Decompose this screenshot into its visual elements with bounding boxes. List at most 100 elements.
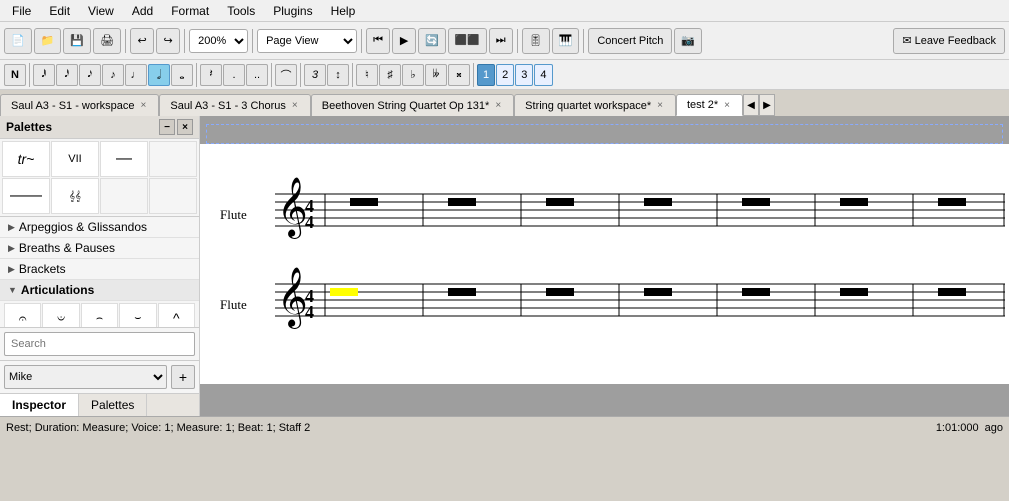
tab-label: Saul A3 - S1 - 3 Chorus: [170, 100, 286, 112]
acc-flat[interactable]: ♭: [402, 64, 424, 86]
palettes-tab[interactable]: Palettes: [79, 394, 147, 416]
rest-m7-s1: [938, 198, 966, 206]
add-palette-button[interactable]: +: [171, 365, 195, 389]
piano-button[interactable]: 🎹: [552, 28, 580, 54]
inspector-tab[interactable]: Inspector: [0, 394, 79, 416]
palette-close-btn[interactable]: ×: [177, 119, 193, 135]
artic-square-fermata[interactable]: ⌢: [81, 303, 118, 327]
tree-arpeggios[interactable]: ▶ Arpeggios & Glissandos: [0, 217, 199, 238]
rest-m1-s2-selected: [330, 288, 358, 296]
play-button[interactable]: ▶: [392, 28, 416, 54]
menu-view[interactable]: View: [80, 2, 122, 20]
acc-double-flat[interactable]: 𝄫: [425, 64, 447, 86]
search-input[interactable]: [4, 332, 195, 356]
new-button[interactable]: 📄: [4, 28, 32, 54]
artic-accent[interactable]: ^: [158, 303, 195, 327]
tab-close-saul-chorus[interactable]: ×: [290, 100, 300, 111]
menu-tools[interactable]: Tools: [219, 2, 263, 20]
user-select[interactable]: Mike: [4, 365, 167, 389]
tab-close-test2[interactable]: ×: [722, 100, 732, 111]
arrow-arpeggios: ▶: [8, 222, 15, 233]
tab-prev[interactable]: ◀: [743, 94, 759, 116]
rewind-button[interactable]: ⏭: [489, 28, 513, 54]
acc-double-sharp[interactable]: 𝄪: [448, 64, 470, 86]
note-sep-1: [29, 63, 30, 87]
palette-cell-vii[interactable]: VII: [51, 141, 99, 177]
tree-articulations-label: Articulations: [21, 283, 94, 297]
dur-64th[interactable]: 𝅘𝅥𝅱: [33, 64, 55, 86]
note-input-button[interactable]: N: [4, 64, 26, 86]
tab-close-string-quartet[interactable]: ×: [655, 100, 665, 111]
arrow-breaths: ▶: [8, 243, 15, 254]
tab-saul-chorus[interactable]: Saul A3 - S1 - 3 Chorus ×: [159, 94, 310, 116]
tree-breaths[interactable]: ▶ Breaths & Pauses: [0, 238, 199, 259]
separator-6: [583, 29, 584, 53]
menu-file[interactable]: File: [4, 2, 39, 20]
screenshot-button[interactable]: 📷: [674, 28, 702, 54]
redo-button[interactable]: ↪: [156, 28, 180, 54]
tab-string-quartet[interactable]: String quartet workspace* ×: [514, 94, 676, 116]
voice-1-button[interactable]: 1: [477, 64, 495, 86]
score-selection-box: [206, 124, 1003, 144]
menu-add[interactable]: Add: [124, 2, 161, 20]
loop-region-button[interactable]: ⬛⬛: [448, 28, 487, 54]
dur-quarter[interactable]: ♩: [125, 64, 147, 86]
treble-clef-2: 𝄞: [277, 267, 308, 329]
tie-button[interactable]: ⌒: [275, 64, 297, 86]
rest-m6-s1: [840, 198, 868, 206]
separator-1: [125, 29, 126, 53]
loop-button[interactable]: 🔄: [418, 28, 446, 54]
menu-edit[interactable]: Edit: [41, 2, 78, 20]
dot-button[interactable]: .: [223, 64, 245, 86]
dur-half[interactable]: 𝅗𝅥: [148, 64, 170, 86]
palette-header-controls: − ×: [159, 119, 193, 135]
tree-brackets[interactable]: ▶ Brackets: [0, 259, 199, 280]
menubar: File Edit View Add Format Tools Plugins …: [0, 0, 1009, 22]
undo-button[interactable]: ↩: [130, 28, 154, 54]
voice-4-button[interactable]: 4: [534, 64, 552, 86]
zoom-select[interactable]: 200% 100% 150%: [189, 29, 248, 53]
tree-articulations[interactable]: ▼ Articulations: [0, 280, 199, 301]
loop-start-button[interactable]: ⏮: [366, 28, 390, 54]
time-sig-bot-1: 4: [305, 212, 314, 232]
flip-button[interactable]: ↕: [327, 64, 349, 86]
dur-16th[interactable]: 𝅘𝅥𝅯: [79, 64, 101, 86]
acc-natural[interactable]: ♮: [356, 64, 378, 86]
save-button[interactable]: 💾: [63, 28, 91, 54]
note-sep-3: [271, 63, 272, 87]
open-button[interactable]: 📁: [34, 28, 62, 54]
tab-saul-workspace[interactable]: Saul A3 - S1 - workspace ×: [0, 94, 159, 116]
rest-button[interactable]: 𝄽: [200, 64, 222, 86]
score-area[interactable]: Flute 𝄞 4 4: [200, 116, 1009, 416]
print-button[interactable]: 🖨: [93, 28, 121, 54]
mixer-button[interactable]: 🎚: [522, 28, 550, 54]
menu-plugins[interactable]: Plugins: [265, 2, 320, 20]
dur-8th[interactable]: ♪: [102, 64, 124, 86]
palette-minimize-btn[interactable]: −: [159, 119, 175, 135]
tab-beethoven[interactable]: Beethoven String Quartet Op 131* ×: [311, 94, 514, 116]
note-sep-2: [196, 63, 197, 87]
tab-test2[interactable]: test 2* ×: [676, 94, 743, 116]
concert-pitch-button[interactable]: Concert Pitch: [588, 28, 672, 54]
menu-help[interactable]: Help: [323, 2, 364, 20]
double-dot-button[interactable]: ..: [246, 64, 268, 86]
artic-fermata2[interactable]: 𝄑: [42, 303, 79, 327]
voice-2-button[interactable]: 2: [496, 64, 514, 86]
voice-3-button[interactable]: 3: [515, 64, 533, 86]
view-mode-select[interactable]: Page View Continuous: [257, 29, 357, 53]
palette-cell-trill[interactable]: tr~: [2, 141, 50, 177]
tab-next[interactable]: ▶: [759, 94, 775, 116]
tab-close-beethoven[interactable]: ×: [493, 100, 503, 111]
palette-cell-trem[interactable]: 𝄞𝄞: [51, 178, 99, 214]
menu-format[interactable]: Format: [163, 2, 217, 20]
leave-feedback-button[interactable]: ✉ Leave Feedback: [893, 28, 1005, 54]
dur-whole[interactable]: 𝅝: [171, 64, 193, 86]
dur-32nd[interactable]: 𝅘𝅥𝅰: [56, 64, 78, 86]
tab-close-saul-workspace[interactable]: ×: [139, 100, 149, 111]
acc-sharp[interactable]: ♯: [379, 64, 401, 86]
tuplet-indicator: 3: [304, 64, 326, 86]
palette-cell-line[interactable]: —: [100, 141, 148, 177]
artic-short-fermata[interactable]: ⌣: [119, 303, 156, 327]
artic-fermata[interactable]: 𝄐: [4, 303, 41, 327]
palette-cell-longline[interactable]: ——: [2, 178, 50, 214]
